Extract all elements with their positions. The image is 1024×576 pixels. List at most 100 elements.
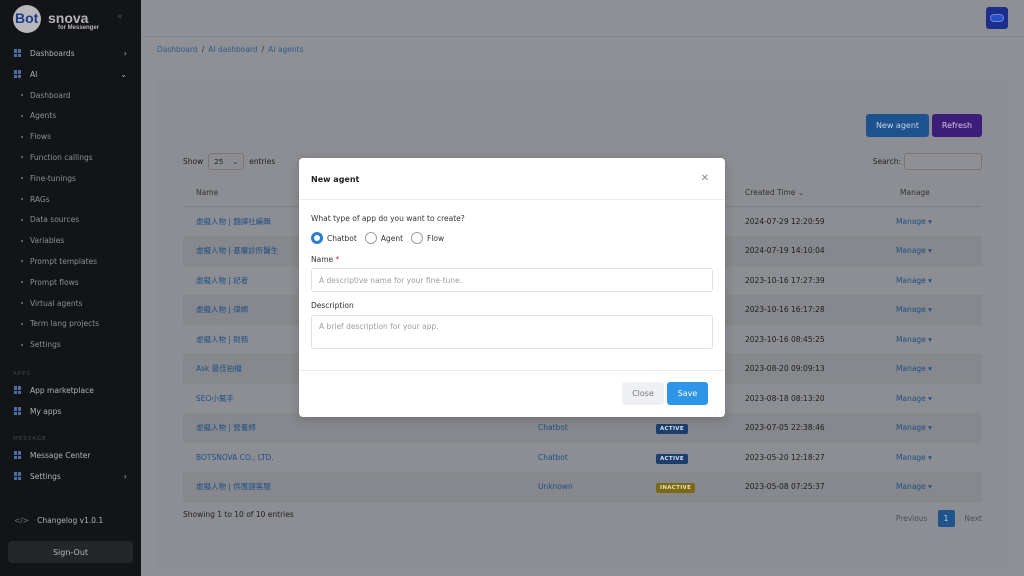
created-time-header-label: Created Time (745, 188, 796, 197)
top-bar (141, 0, 1024, 36)
sidebar-item-message-center[interactable]: Message Center (0, 446, 141, 464)
close-icon[interactable]: ✕ (701, 173, 709, 184)
manage-dropdown[interactable]: Manage ▾ (896, 423, 932, 432)
radio-chatbot[interactable]: Chatbot (311, 232, 357, 244)
agent-type: Chatbot (538, 452, 568, 462)
bullet-icon (21, 156, 23, 159)
collapse-sidebar-icon[interactable]: « (117, 12, 123, 22)
bullet-icon (21, 260, 23, 263)
page-size-select[interactable]: 25 ⌄ (208, 153, 245, 170)
page-1-button[interactable]: 1 (937, 510, 955, 527)
manage-dropdown[interactable]: Manage ▾ (896, 394, 932, 403)
sidebar-item-app-marketplace[interactable]: App marketplace (0, 381, 141, 399)
caret-down-icon: ▾ (925, 482, 932, 492)
sidebar-subitem-label: Settings (30, 340, 61, 350)
manage-dropdown[interactable]: Manage ▾ (896, 246, 932, 255)
radio-flow[interactable]: Flow (411, 232, 444, 244)
caret-down-icon: ▾ (925, 216, 932, 226)
sidebar-subitem-label: Fine-tunings (30, 173, 76, 183)
avatar-logo (990, 14, 1004, 22)
sidebar-item-settings[interactable]: Settings › (0, 467, 141, 485)
name-input[interactable]: A descriptive name for your fine-tune. (311, 268, 713, 292)
sidebar-subitem-prompt-templates[interactable]: Prompt templates (0, 252, 141, 270)
botsnova-logo[interactable]: Bot snova for Messenger (12, 4, 132, 34)
search-input[interactable] (904, 153, 982, 170)
breadcrumb-dashboard[interactable]: Dashboard (157, 45, 198, 54)
agent-name-link[interactable]: SEO小幫手 (196, 393, 234, 404)
user-avatar[interactable] (986, 7, 1008, 29)
sidebar-subitem-fine-tunings[interactable]: Fine-tunings (0, 169, 141, 187)
name-placeholder: A descriptive name for your fine-tune. (319, 275, 463, 285)
caret-down-icon: ▾ (925, 452, 932, 462)
changelog-label: Changelog v1.0.1 (37, 515, 104, 525)
sidebar-subitem-agents[interactable]: Agents (0, 107, 141, 125)
caret-down-icon: ▾ (925, 246, 932, 256)
chevron-right-icon: › (123, 48, 127, 58)
sidebar-item-ai[interactable]: AI ⌄ (0, 65, 141, 83)
close-button[interactable]: Close (622, 382, 664, 405)
manage-dropdown[interactable]: Manage ▾ (896, 305, 932, 314)
agent-name-link[interactable]: Ask 最佳拍檔 (196, 363, 242, 374)
agent-name-link[interactable]: 虛擬人物 | 基層診所醫生 (196, 245, 278, 256)
code-icon: </> (14, 515, 30, 525)
manage-dropdown[interactable]: Manage ▾ (896, 217, 932, 226)
manage-dropdown[interactable]: Manage ▾ (896, 276, 932, 285)
created-time: 2023-10-16 17:27:39 (745, 275, 825, 285)
manage-dropdown[interactable]: Manage ▾ (896, 482, 932, 491)
sidebar-subitem-virtual-agents[interactable]: Virtual agents (0, 294, 141, 312)
agent-name-link[interactable]: 虛擬人物 | 營養師 (196, 422, 256, 433)
sidebar-item-my-apps[interactable]: My apps (0, 402, 141, 420)
sidebar-subitem-flows[interactable]: Flows (0, 128, 141, 146)
entries-label: entries (249, 157, 276, 166)
marketplace-icon (14, 386, 22, 394)
name-field-label: Name * (311, 255, 339, 264)
radio-button[interactable] (411, 232, 424, 244)
manage-label: Manage (896, 482, 926, 492)
radio-button[interactable] (364, 232, 377, 244)
bullet-icon (21, 114, 23, 117)
sidebar-subitem-term-lang-projects[interactable]: Term lang projects (0, 315, 141, 333)
breadcrumb: Dashboard / AI dashboard / AI agents (157, 45, 303, 54)
manage-dropdown[interactable]: Manage ▾ (896, 453, 932, 462)
new-agent-button[interactable]: New agent (866, 114, 929, 137)
app-type-question: What type of app do you want to create? (311, 214, 465, 223)
column-header-name[interactable]: Name (196, 188, 218, 197)
sidebar-subitem-settings[interactable]: Settings (0, 336, 141, 354)
agent-name-link[interactable]: 虛擬人物 | 翻譯社編輯 (196, 216, 271, 227)
sidebar-subitem-dashboard[interactable]: Dashboard (0, 86, 141, 104)
sign-out-button[interactable]: Sign-Out (8, 541, 133, 563)
sidebar-subitem-function-callings[interactable]: Function callings (0, 148, 141, 166)
logo-text-snova: snova (48, 10, 89, 26)
sidebar-subitem-rags[interactable]: RAGs (0, 190, 141, 208)
caret-down-icon: ▾ (925, 275, 932, 285)
agent-name-link[interactable]: BOTSNOVA CO., LTD. (196, 453, 274, 462)
manage-dropdown[interactable]: Manage ▾ (896, 364, 932, 373)
breadcrumb-ai-dashboard[interactable]: AI dashboard (208, 45, 257, 54)
previous-page-button[interactable]: Previous (896, 514, 928, 523)
sidebar-subitem-prompt-flows[interactable]: Prompt flows (0, 273, 141, 291)
created-time: 2023-10-16 08:45:25 (745, 334, 825, 344)
changelog-link[interactable]: </> Changelog v1.0.1 (0, 511, 141, 529)
sidebar-subitem-data-sources[interactable]: Data sources (0, 211, 141, 229)
column-header-created-time[interactable]: Created Time ⌄ (745, 188, 804, 197)
agent-name-link[interactable]: 虛擬人物 | 記者 (196, 275, 248, 286)
description-textarea[interactable]: A brief description for your app. (311, 315, 713, 349)
breadcrumb-ai-agents[interactable]: AI agents (268, 45, 303, 54)
refresh-button[interactable]: Refresh (932, 114, 982, 137)
agent-name-link[interactable]: 虛擬人物 | 財務 (196, 334, 248, 345)
sidebar-subitem-variables[interactable]: Variables (0, 232, 141, 250)
sidebar-item-dashboards[interactable]: Dashboards › (0, 44, 141, 62)
agent-name-link[interactable]: 虛擬人物 | 供應鏈客服 (196, 481, 271, 492)
agent-name-link[interactable]: 虛擬人物 | 律師 (196, 304, 248, 315)
status-badge: ACTIVE (656, 453, 688, 464)
manage-dropdown[interactable]: Manage ▾ (896, 335, 932, 344)
next-page-button[interactable]: Next (965, 514, 982, 523)
radio-button-checked[interactable] (311, 232, 323, 244)
status-cell: ACTIVE (656, 453, 688, 464)
radio-agent[interactable]: Agent (364, 232, 404, 244)
save-button[interactable]: Save (667, 382, 708, 405)
sidebar-item-label: Dashboards (30, 48, 75, 58)
dashboard-icon (14, 49, 22, 57)
section-label-apps: APPS (13, 371, 31, 377)
radio-label: Agent (380, 233, 404, 243)
